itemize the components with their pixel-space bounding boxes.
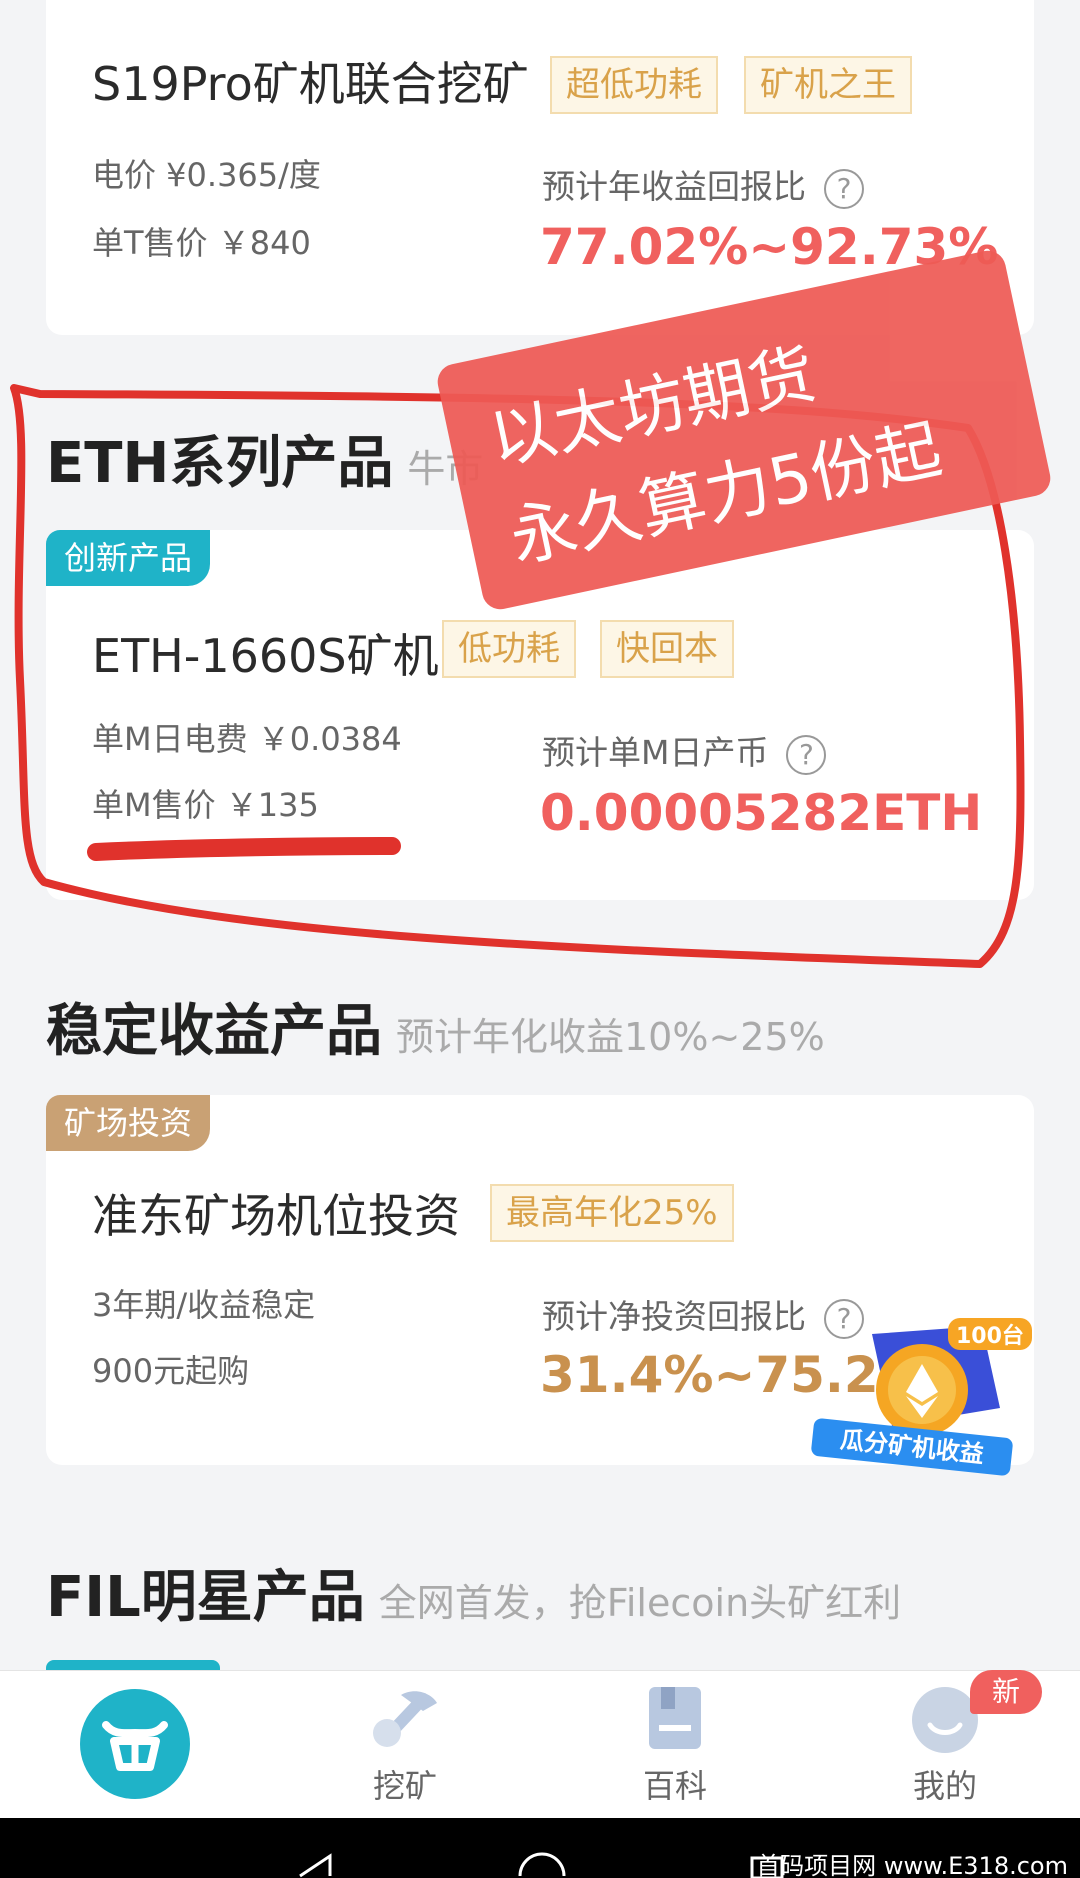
bottom-nav: 挖矿 百科 我的 bbox=[0, 1670, 1080, 1818]
pickaxe-icon bbox=[373, 1691, 437, 1747]
nav-home[interactable] bbox=[0, 1671, 270, 1819]
section-fil: FIL明星产品 全网首发，抢Filecoin头矿红利 bbox=[46, 1552, 901, 1633]
metric-label-text: 预计净投资回报比 bbox=[542, 1297, 806, 1336]
watermark: 首码项目网 www.E318.com bbox=[756, 1852, 1068, 1878]
product-title: 准东矿场机位投资 bbox=[92, 1189, 460, 1243]
nav-mining[interactable]: 挖矿 bbox=[270, 1671, 540, 1819]
section-heading: 稳定收益产品 bbox=[46, 999, 382, 1064]
section-heading: FIL明星产品 bbox=[46, 1565, 365, 1630]
product-tag: 最高年化25% bbox=[490, 1184, 734, 1242]
new-badge: 新 bbox=[970, 1670, 1042, 1714]
home-icon bbox=[80, 1689, 190, 1799]
section-subtitle: 全网首发，抢Filecoin头矿红利 bbox=[378, 1581, 902, 1625]
app-screen: S19Pro矿机联合挖矿 超低功耗 矿机之王 电价 ¥0.365/度 单T售价 … bbox=[0, 0, 1080, 1878]
nav-wiki[interactable]: 百科 bbox=[540, 1671, 810, 1819]
section-stable: 稳定收益产品 预计年化收益10%~25% bbox=[46, 986, 825, 1067]
nav-label: 我的 bbox=[912, 1767, 977, 1805]
nav-label: 百科 bbox=[642, 1767, 707, 1805]
promo-widget[interactable]: 100台 瓜分矿机收益 bbox=[810, 1316, 1032, 1477]
min-purchase: 900元起购 bbox=[92, 1352, 250, 1390]
section-subtitle: 预计年化收益10%~25% bbox=[396, 1015, 825, 1059]
product-badge: 矿场投资 bbox=[46, 1095, 211, 1151]
bull-logo-icon bbox=[102, 1721, 168, 1771]
book-icon bbox=[649, 1687, 701, 1749]
promo-count: 100台 bbox=[948, 1318, 1032, 1350]
nav-label: 挖矿 bbox=[372, 1767, 437, 1805]
term-info: 3年期/收益稳定 bbox=[92, 1286, 316, 1324]
